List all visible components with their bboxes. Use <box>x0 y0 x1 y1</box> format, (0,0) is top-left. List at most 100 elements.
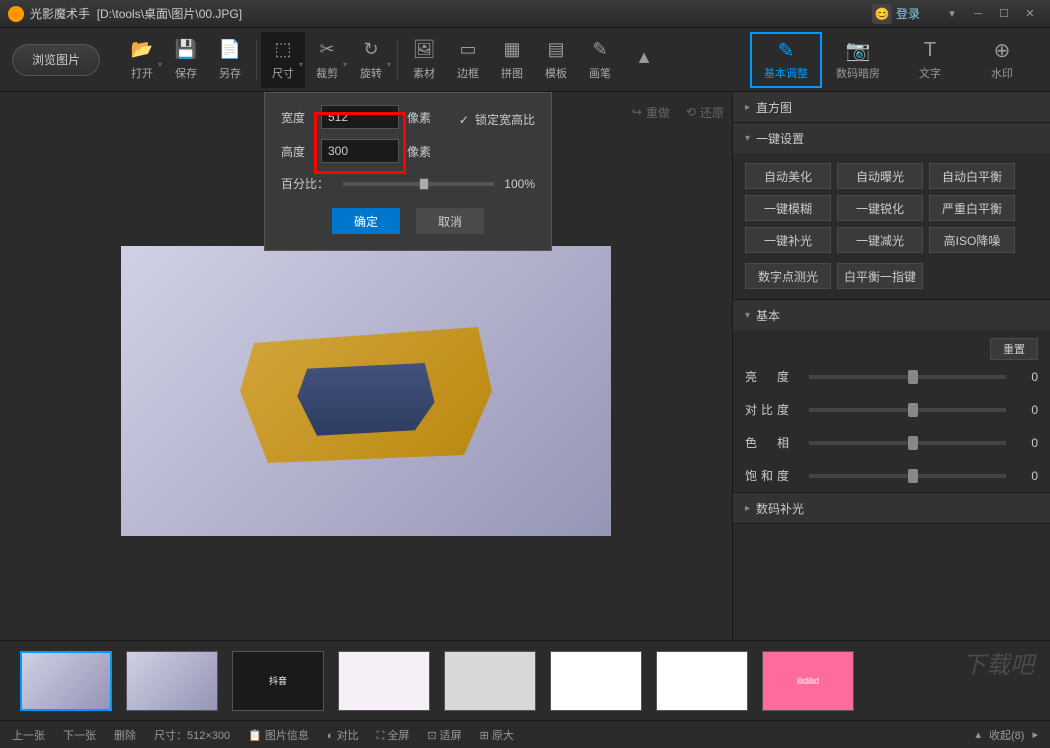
original-button[interactable]: ⊞ 原大 <box>480 727 514 743</box>
slider-contrast: 对比度0 <box>733 393 1050 426</box>
histogram-header[interactable]: ▸直方图 <box>733 92 1050 122</box>
btn-severe-wb[interactable]: 严重白平衡 <box>929 195 1015 221</box>
fill-light-header[interactable]: ▸数码补光 <box>733 493 1050 523</box>
compare-button[interactable]: ◐ 对比 <box>327 727 359 743</box>
tool-open[interactable]: 📂打开▾ <box>120 32 164 88</box>
tool-size[interactable]: ⬚尺寸▾ <box>261 32 305 88</box>
image-content <box>226 311 506 471</box>
tool-border[interactable]: ▭边框 <box>446 32 490 88</box>
close-button[interactable]: ✕ <box>1018 5 1042 23</box>
maximize-button[interactable]: ☐ <box>992 5 1016 23</box>
basic-header[interactable]: ▾基本 <box>733 300 1050 330</box>
btn-iso-nr[interactable]: 高ISO降噪 <box>929 227 1015 253</box>
brush-icon: ✎ <box>589 39 611 61</box>
size-dialog: 宽度 像素 高度 像素 ✓锁定宽高比 百分比： 100% 确定 取消 <box>264 92 552 251</box>
tab-watermark[interactable]: ⊕水印 <box>966 32 1038 88</box>
border-icon: ▭ <box>457 39 479 61</box>
height-input[interactable] <box>321 139 399 163</box>
brightness-slider[interactable] <box>809 375 1006 379</box>
thumbnail-7[interactable]: ilidilid <box>762 651 854 711</box>
fullscreen-button[interactable]: ⛶ 全屏 <box>377 727 410 743</box>
thumbnail-5[interactable] <box>550 651 642 711</box>
app-logo-icon <box>8 6 24 22</box>
restore-button[interactable]: ⟲还原 <box>686 104 724 121</box>
material-icon: 🖼 <box>413 39 435 61</box>
quick-buttons: 自动美化 自动曝光 自动白平衡 一键模糊 一键锐化 严重白平衡 一键补光 一键减… <box>745 163 1038 253</box>
delete-button[interactable]: 删除 <box>114 727 136 743</box>
fit-button[interactable]: ⊡ 适屏 <box>427 727 461 743</box>
tool-rotate[interactable]: ↻旋转▾ <box>349 32 393 88</box>
btn-spot-meter[interactable]: 数字点测光 <box>745 263 831 289</box>
info-button[interactable]: 📋 图片信息 <box>248 727 309 743</box>
saturation-slider[interactable] <box>809 474 1006 478</box>
redo-button[interactable]: ↪重做 <box>632 104 670 121</box>
btn-blur[interactable]: 一键模糊 <box>745 195 831 221</box>
oneclick-header[interactable]: ▾一键设置 <box>733 123 1050 153</box>
btn-sharpen[interactable]: 一键锐化 <box>837 195 923 221</box>
height-unit: 像素 <box>407 143 431 160</box>
tool-save[interactable]: 💾保存 <box>164 32 208 88</box>
cancel-button[interactable]: 取消 <box>416 208 484 234</box>
thumbnail-4[interactable] <box>444 651 536 711</box>
size-icon: ⬚ <box>272 39 294 61</box>
contrast-slider[interactable] <box>809 408 1006 412</box>
right-panel: ▸直方图 ▾一键设置 自动美化 自动曝光 自动白平衡 一键模糊 一键锐化 严重白… <box>732 92 1050 640</box>
more-icon: ▲ <box>633 47 655 69</box>
login-button[interactable]: 😊 登录 <box>872 4 920 24</box>
percent-value: 100% <box>504 177 535 191</box>
tool-template[interactable]: ▤模板 <box>534 32 578 88</box>
btn-wb-onekey[interactable]: 白平衡一指键 <box>837 263 923 289</box>
titlebar: 光影魔术手 [D:\tools\桌面\图片\00.JPG] 😊 登录 ▾ ─ ☐… <box>0 0 1050 28</box>
thumbnail-0[interactable] <box>20 651 112 711</box>
chevron-down-icon: ▾ <box>745 310 750 321</box>
browse-button[interactable]: 浏览图片 <box>12 44 100 76</box>
separator <box>256 40 257 80</box>
thumbnail-6[interactable] <box>656 651 748 711</box>
minimize-button[interactable]: ─ <box>966 5 990 23</box>
btn-auto-beautify[interactable]: 自动美化 <box>745 163 831 189</box>
section-fill-light: ▸数码补光 <box>733 493 1050 524</box>
tool-brush[interactable]: ✎画笔 <box>578 32 622 88</box>
tool-more[interactable]: ▲ <box>622 32 666 88</box>
crop-icon: ✂ <box>316 39 338 61</box>
percent-slider[interactable] <box>343 182 494 186</box>
tool-crop[interactable]: ✂裁剪▾ <box>305 32 349 88</box>
thumbnail-1[interactable] <box>126 651 218 711</box>
ok-button[interactable]: 确定 <box>332 208 400 234</box>
slider-hue: 色 相0 <box>733 426 1050 459</box>
open-icon: 📂 <box>131 39 153 61</box>
thumbnail-2[interactable]: 抖音 <box>232 651 324 711</box>
thumbnail-3[interactable] <box>338 651 430 711</box>
tool-material[interactable]: 🖼素材 <box>402 32 446 88</box>
text-icon: T <box>918 39 942 63</box>
size-info: 尺寸：512×300 <box>154 727 230 743</box>
tab-text[interactable]: T文字 <box>894 32 966 88</box>
percent-label: 百分比： <box>281 175 333 192</box>
rotate-icon: ↻ <box>360 39 382 61</box>
btn-reduce-light[interactable]: 一键减光 <box>837 227 923 253</box>
collage-icon: ▦ <box>501 39 523 61</box>
tool-saveas[interactable]: 📄另存 <box>208 32 252 88</box>
btn-fill-light[interactable]: 一键补光 <box>745 227 831 253</box>
tab-basic-adjust[interactable]: ✎基本调整 <box>750 32 822 88</box>
toolbar: 浏览图片 📂打开▾ 💾保存 📄另存 ⬚尺寸▾ ✂裁剪▾ ↻旋转▾ 🖼素材 ▭边框… <box>0 28 1050 92</box>
tab-darkroom[interactable]: 📷数码暗房 <box>822 32 894 88</box>
section-oneclick: ▾一键设置 自动美化 自动曝光 自动白平衡 一键模糊 一键锐化 严重白平衡 一键… <box>733 123 1050 300</box>
edit-icon: ✎ <box>774 39 798 63</box>
dropdown-icon[interactable]: ▾ <box>940 5 964 23</box>
window-controls: ▾ ─ ☐ ✕ <box>940 5 1042 23</box>
btn-auto-exposure[interactable]: 自动曝光 <box>837 163 923 189</box>
tool-collage[interactable]: ▦拼图 <box>490 32 534 88</box>
reset-button[interactable]: 重置 <box>990 338 1038 360</box>
prev-button[interactable]: 上一张 <box>12 727 45 743</box>
hue-slider[interactable] <box>809 441 1006 445</box>
chevron-down-icon: ▾ <box>745 133 750 144</box>
camera-icon: 📷 <box>846 39 870 63</box>
btn-auto-wb[interactable]: 自动白平衡 <box>929 163 1015 189</box>
save-icon: 💾 <box>175 39 197 61</box>
lock-ratio-checkbox[interactable]: ✓锁定宽高比 <box>459 111 535 128</box>
width-input[interactable] <box>321 105 399 129</box>
canvas-image[interactable] <box>121 246 611 536</box>
collapse-button[interactable]: ▴ 收起(8) ▸ <box>975 727 1038 743</box>
next-button[interactable]: 下一张 <box>63 727 96 743</box>
